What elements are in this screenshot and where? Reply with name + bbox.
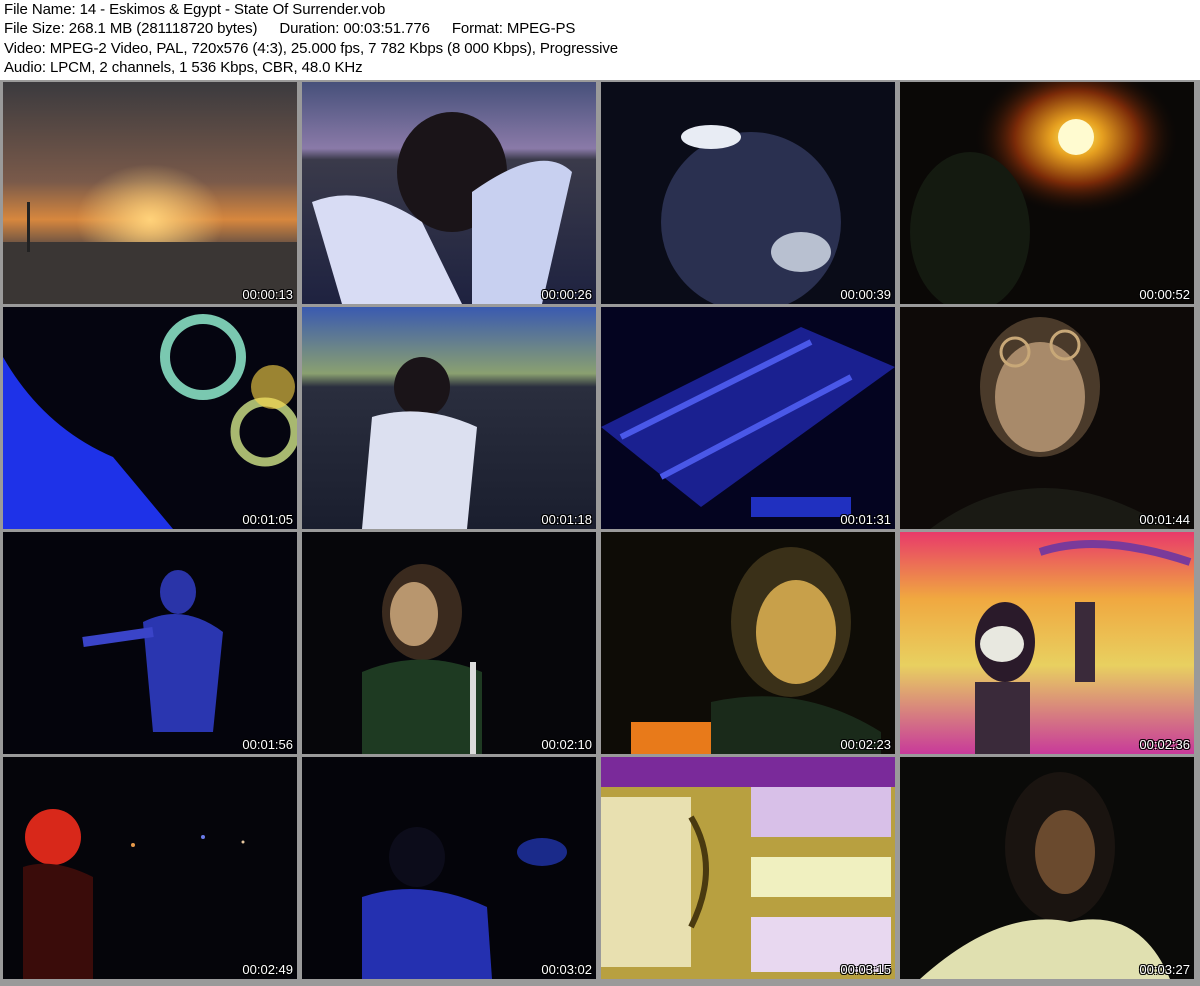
dark-portrait-image bbox=[601, 82, 895, 304]
thumbnail-grid: 00:00:13 00:00:26 00:00:39 00:00:52 00:0… bbox=[0, 80, 1200, 986]
timestamp-label: 00:01:05 bbox=[242, 512, 293, 527]
thumbnail-frame[interactable]: 00:02:36 bbox=[900, 532, 1194, 754]
thumbnail-frame[interactable]: 00:01:44 bbox=[900, 307, 1194, 529]
timestamp-label: 00:00:26 bbox=[541, 287, 592, 302]
video-info-text: Video: MPEG-2 Video, PAL, 720x576 (4:3),… bbox=[4, 40, 618, 57]
thumbnail-frame[interactable]: 00:02:49 bbox=[3, 757, 297, 979]
file-size-text: File Size: 268.1 MB (281118720 bytes) bbox=[4, 20, 258, 37]
singer-closeup-image bbox=[900, 307, 1194, 529]
timestamp-label: 00:00:39 bbox=[840, 287, 891, 302]
thumbnail-frame[interactable]: 00:01:31 bbox=[601, 307, 895, 529]
sunset-sky-image bbox=[3, 82, 297, 304]
thumbnail-frame[interactable]: 00:02:10 bbox=[302, 532, 596, 754]
timestamp-label: 00:02:10 bbox=[541, 737, 592, 752]
timestamp-label: 00:03:27 bbox=[1139, 962, 1190, 977]
file-name-text: File Name: 14 - Eskimos & Egypt - State … bbox=[4, 1, 386, 18]
thumbnail-frame[interactable]: 00:00:52 bbox=[900, 82, 1194, 304]
thumbnail-frame[interactable]: 00:01:18 bbox=[302, 307, 596, 529]
timestamp-label: 00:02:23 bbox=[840, 737, 891, 752]
bright-light-image bbox=[900, 82, 1194, 304]
colorized-street-image bbox=[900, 532, 1194, 754]
red-figure-night-image bbox=[3, 757, 297, 979]
timestamp-label: 00:02:36 bbox=[1139, 737, 1190, 752]
timestamp-label: 00:01:18 bbox=[541, 512, 592, 527]
format-text: Format: MPEG-PS bbox=[451, 20, 576, 37]
blue-keyboard-image bbox=[601, 307, 895, 529]
thumbnail-frame[interactable]: 00:01:05 bbox=[3, 307, 297, 529]
psychedelic-letters-image bbox=[601, 757, 895, 979]
duration-text: Duration: 00:03:51.776 bbox=[279, 20, 430, 37]
blue-dancer-image bbox=[3, 532, 297, 754]
info-header: File Name: 14 - Eskimos & Egypt - State … bbox=[0, 0, 1200, 80]
singer-jacket-image bbox=[302, 532, 596, 754]
file-size-line: File Size: 268.1 MB (281118720 bytes) Dur… bbox=[4, 19, 575, 39]
thumbnail-frame[interactable]: 00:02:23 bbox=[601, 532, 895, 754]
dreadlocks-portrait-image bbox=[601, 532, 895, 754]
smiling-singer-image bbox=[900, 757, 1194, 979]
thumbnail-frame[interactable]: 00:03:27 bbox=[900, 757, 1194, 979]
timestamp-label: 00:03:15 bbox=[840, 962, 891, 977]
thumbnail-frame[interactable]: 00:03:02 bbox=[302, 757, 596, 979]
timestamp-label: 00:03:02 bbox=[541, 962, 592, 977]
audio-info-text: Audio: LPCM, 2 channels, 1 536 Kbps, CBR… bbox=[4, 59, 363, 76]
thumbnail-frame[interactable]: 00:03:15 bbox=[601, 757, 895, 979]
thumbnail-frame[interactable]: 00:00:13 bbox=[3, 82, 297, 304]
thumbnail-frame[interactable]: 00:00:26 bbox=[302, 82, 596, 304]
thumbnail-frame[interactable]: 00:00:39 bbox=[601, 82, 895, 304]
rooftop-dancer-image bbox=[302, 82, 596, 304]
blue-figure-night-image bbox=[302, 757, 596, 979]
timestamp-label: 00:01:44 bbox=[1139, 512, 1190, 527]
graphic-logo-image bbox=[3, 307, 297, 529]
timestamp-label: 00:00:52 bbox=[1139, 287, 1190, 302]
timestamp-label: 00:02:49 bbox=[242, 962, 293, 977]
timestamp-label: 00:01:31 bbox=[840, 512, 891, 527]
thumbnail-frame[interactable]: 00:01:56 bbox=[3, 532, 297, 754]
rooftop-dusk-image bbox=[302, 307, 596, 529]
timestamp-label: 00:00:13 bbox=[242, 287, 293, 302]
timestamp-label: 00:01:56 bbox=[242, 737, 293, 752]
